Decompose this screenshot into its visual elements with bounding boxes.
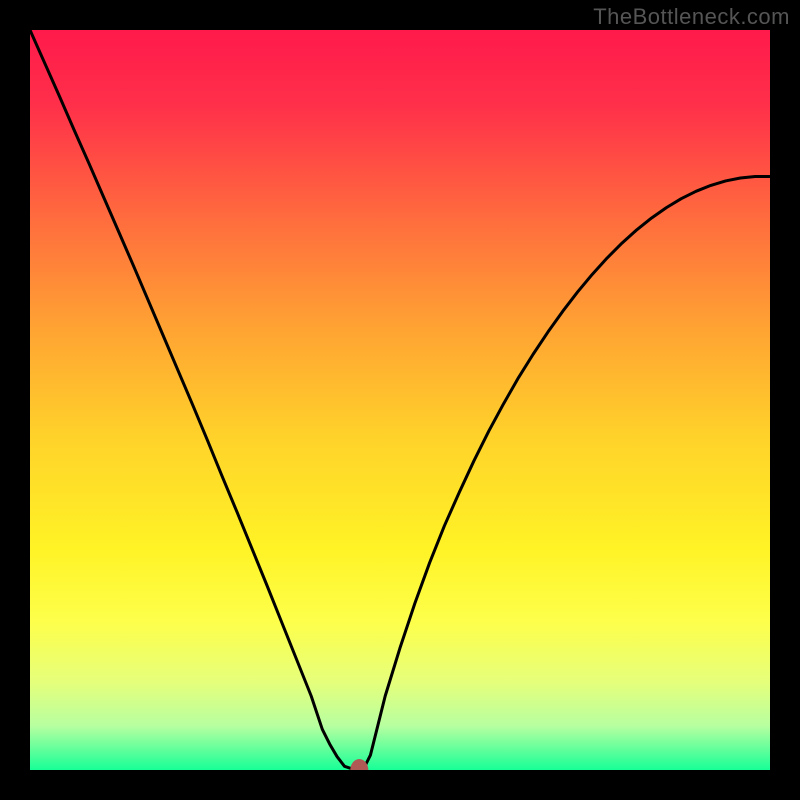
watermark-text: TheBottleneck.com	[593, 4, 790, 30]
gradient-background	[30, 30, 770, 770]
chart-svg	[30, 30, 770, 770]
plot-area	[30, 30, 770, 770]
chart-frame: TheBottleneck.com	[0, 0, 800, 800]
